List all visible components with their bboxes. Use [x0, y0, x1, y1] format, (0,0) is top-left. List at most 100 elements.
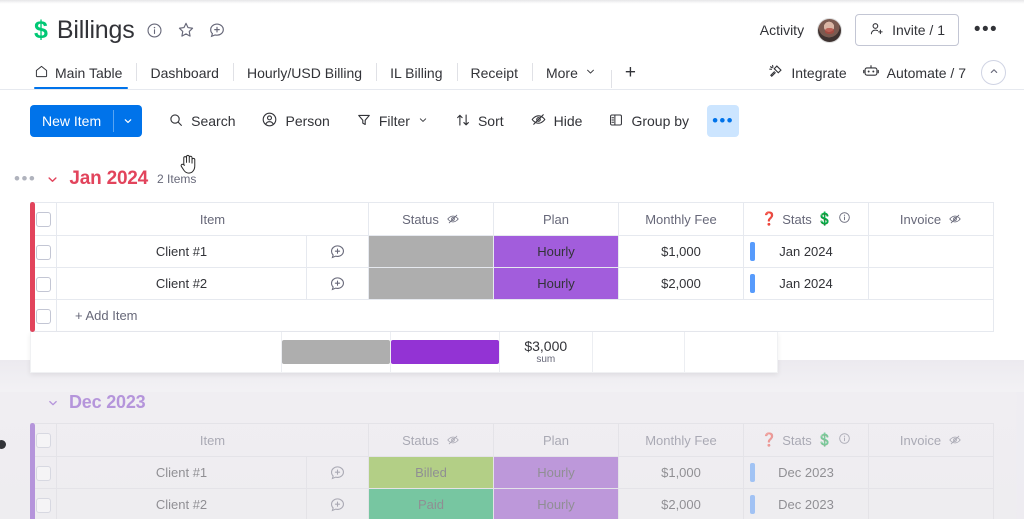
integrate-button[interactable]: Integrate [767, 63, 847, 83]
row-checkbox[interactable] [36, 465, 51, 481]
cell-plan[interactable]: Hourly [493, 456, 619, 489]
cell-plan[interactable]: Hourly [493, 488, 619, 519]
row-checkbox[interactable] [36, 497, 51, 513]
cell-plan[interactable]: Hourly [493, 267, 619, 300]
add-update-icon[interactable] [307, 243, 368, 260]
select-all-checkbox[interactable] [36, 433, 51, 449]
add-update-icon[interactable] [206, 19, 228, 41]
summary-status[interactable] [280, 332, 390, 372]
cell-monthly-fee[interactable]: $1,000 [618, 235, 744, 268]
info-circle-icon[interactable] [144, 19, 166, 41]
new-item-label: New Item [42, 113, 102, 129]
column-label: Item [199, 432, 226, 448]
invite-button[interactable]: Invite / 1 [855, 14, 959, 46]
search-button[interactable]: Search [158, 105, 245, 137]
column-header-invoice[interactable]: Invoice [868, 202, 994, 236]
activity-button[interactable]: Activity [760, 22, 804, 38]
column-header-monthly-fee[interactable]: Monthly Fee [618, 202, 744, 236]
grab-hand-cursor [178, 152, 200, 176]
tab-receipt[interactable]: Receipt [456, 56, 532, 89]
table-row[interactable]: Client #1 Hourly $1,000 Jan 2024 [30, 235, 994, 268]
toolbar-more-button[interactable]: ••• [707, 105, 740, 137]
summary-monthly-fee[interactable]: $3,000 sum [498, 332, 592, 372]
person-filter-button[interactable]: Person [251, 105, 339, 137]
hide-button[interactable]: Hide [520, 105, 593, 137]
add-update-icon[interactable] [307, 275, 368, 292]
cell-chat[interactable] [306, 456, 369, 489]
add-item-button[interactable]: + Add Item [56, 299, 994, 332]
tab-hourly-usd-billing[interactable]: Hourly/USD Billing [232, 56, 376, 89]
cell-invoice[interactable] [868, 488, 994, 519]
collapse-header-button[interactable] [981, 60, 1006, 85]
column-label: Plan [542, 432, 570, 448]
add-update-icon[interactable] [307, 496, 368, 513]
cell-chat[interactable] [306, 267, 369, 300]
select-all-checkbox[interactable] [36, 212, 51, 228]
chevron-down-icon[interactable] [46, 396, 60, 410]
cell-item[interactable]: Client #1 [56, 456, 307, 489]
add-view-button[interactable]: + [610, 63, 650, 88]
cell-item[interactable]: Client #2 [56, 488, 307, 519]
cell-monthly-fee[interactable]: $2,000 [618, 488, 744, 519]
eye-off-icon [446, 433, 460, 447]
automate-button[interactable]: Automate / 7 [862, 62, 966, 83]
cell-stats[interactable]: Dec 2023 [743, 456, 869, 489]
tab-more[interactable]: More [531, 56, 611, 89]
cell-status[interactable]: Billed [368, 456, 494, 489]
chevron-down-icon[interactable] [114, 105, 142, 137]
eye-off-icon [948, 433, 962, 447]
cell-chat[interactable] [306, 488, 369, 519]
row-checkbox[interactable] [36, 308, 51, 324]
add-update-icon[interactable] [307, 464, 368, 481]
table-row[interactable]: Client #2 Hourly $2,000 Jan 2024 [30, 267, 994, 300]
column-header-status[interactable]: Status [368, 202, 494, 236]
column-header-item[interactable]: Item [56, 202, 369, 236]
column-header-plan[interactable]: Plan [493, 202, 619, 236]
star-icon[interactable] [175, 19, 197, 41]
cell-monthly-fee[interactable]: $1,000 [618, 456, 744, 489]
cell-item[interactable]: Client #2 [56, 267, 307, 300]
sort-button[interactable]: Sort [445, 105, 514, 137]
column-header-status[interactable]: Status [368, 423, 494, 457]
cell-item[interactable]: Client #1 [56, 235, 307, 268]
tab-il-billing[interactable]: IL Billing [376, 56, 456, 89]
board-options-button[interactable]: ••• [972, 16, 1000, 44]
chevron-down-icon[interactable] [45, 172, 60, 187]
cell-stats[interactable]: Jan 2024 [743, 235, 869, 268]
row-checkbox[interactable] [36, 276, 51, 292]
group-by-button[interactable]: Group by [598, 105, 699, 137]
cell-status[interactable] [368, 235, 494, 268]
group-header: Dec 2023 [0, 392, 1024, 413]
column-header-item[interactable]: Item [56, 423, 369, 457]
cell-invoice[interactable] [868, 267, 994, 300]
column-header-stats[interactable]: ❓ Stats 💲 [743, 423, 869, 457]
new-item-button[interactable]: New Item [30, 105, 143, 137]
cell-invoice[interactable] [868, 456, 994, 489]
add-item-row[interactable]: + Add Item [30, 299, 994, 332]
tab-main-table[interactable]: Main Table [34, 56, 136, 89]
summary-stats[interactable] [591, 332, 685, 372]
summary-invoice[interactable] [684, 332, 777, 372]
table-row[interactable]: Client #1 Billed Hourly $1,000 Dec 2023 [30, 456, 994, 489]
cell-invoice[interactable] [868, 235, 994, 268]
column-header-monthly-fee[interactable]: Monthly Fee [618, 423, 744, 457]
column-header-plan[interactable]: Plan [493, 423, 619, 457]
filter-button[interactable]: Filter [346, 105, 439, 137]
summary-plan[interactable] [389, 332, 499, 372]
cell-plan[interactable]: Hourly [493, 235, 619, 268]
avatar[interactable] [817, 17, 843, 43]
cell-chat[interactable] [306, 235, 369, 268]
column-header-invoice[interactable]: Invoice [868, 423, 994, 457]
column-header-stats[interactable]: ❓ Stats 💲 [743, 202, 869, 236]
group-title[interactable]: Jan 2024 [69, 168, 148, 190]
tab-dashboard[interactable]: Dashboard [136, 56, 233, 89]
table-row[interactable]: Client #2 Paid Hourly $2,000 Dec 2023 [30, 488, 994, 519]
cell-stats[interactable]: Jan 2024 [743, 267, 869, 300]
cell-status[interactable] [368, 267, 494, 300]
cell-monthly-fee[interactable]: $2,000 [618, 267, 744, 300]
cell-stats[interactable]: Dec 2023 [743, 488, 869, 519]
robot-icon [862, 62, 880, 83]
row-checkbox[interactable] [36, 244, 51, 260]
cell-status[interactable]: Paid [368, 488, 494, 519]
group-title[interactable]: Dec 2023 [69, 392, 146, 413]
